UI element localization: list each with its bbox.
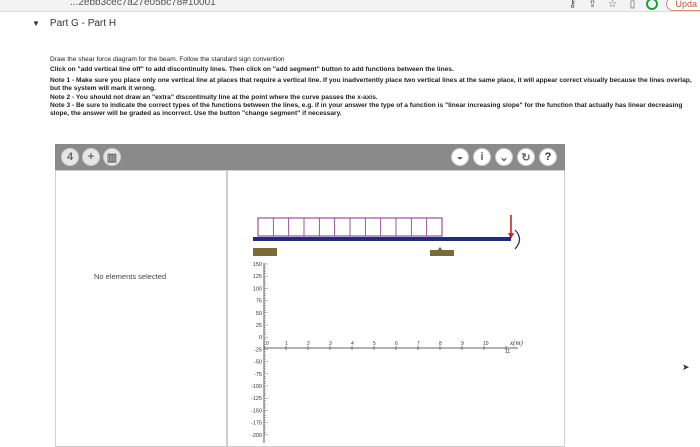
x-tick-label: 4	[351, 341, 354, 347]
x-tick-label: 11	[505, 349, 510, 355]
y-tick-label: 125	[253, 274, 262, 280]
chevron-down-icon: ⌄	[499, 151, 509, 164]
x-tick-label: 0	[266, 341, 269, 347]
update-button[interactable]: Upda	[666, 0, 700, 11]
y-tick-label: 150	[253, 262, 262, 268]
star-icon[interactable]: ☆	[606, 0, 618, 10]
x-tick-label: 6	[395, 341, 398, 347]
diagram-canvas[interactable]: 150 125 100 75 50 25 0 -25 -50 -75 -100 -125 -150 -17…	[227, 170, 565, 447]
no-elements-text: No elements selected	[94, 272, 167, 281]
x-tick-label: 9	[461, 341, 464, 347]
y-tick-label: -150	[251, 408, 262, 414]
moment-arc	[514, 229, 521, 250]
x-tick-label: 2	[307, 341, 310, 347]
share-icon[interactable]: ⇪	[586, 0, 598, 10]
x-tick-label: 1	[285, 341, 288, 347]
reset-button[interactable]: ↻	[517, 148, 535, 166]
delete-button[interactable]: ▥	[103, 148, 121, 166]
y-tick-label: -75	[254, 372, 262, 378]
y-tick-label: 75	[256, 299, 262, 305]
instructions-note-2: Note 2 - You should not draw an "extra" …	[50, 93, 378, 101]
toolbar-right-group: ◒ i ⌄ ↻ ?	[451, 148, 557, 166]
distributed-load	[257, 217, 443, 237]
y-tick-label: -125	[251, 396, 262, 402]
point-load	[508, 215, 514, 239]
fixed-support	[253, 248, 277, 256]
profile-icon[interactable]	[646, 0, 659, 10]
browser-top-bar: ...2ebb3cec7a27e05bc78#10001 ⚷ ⇪ ☆ ▯ Upd…	[0, 0, 700, 12]
key-icon[interactable]: ⚷	[566, 0, 578, 10]
instructions-click: Click on "add vertical line off" to add …	[50, 66, 454, 74]
instructions-intro: Draw the shear force diagram for the bea…	[50, 56, 285, 63]
y-tick-label: -50	[254, 360, 262, 366]
trash-icon: ▥	[106, 151, 118, 164]
info-button[interactable]: i	[473, 148, 491, 166]
collapse-caret-icon[interactable]: ▼	[32, 19, 40, 28]
x-tick-label: 7	[417, 341, 420, 347]
y-tick-label: -175	[251, 421, 262, 427]
diagram-toolbar: 4 + ▥ ◒ i ⌄ ↻ ?	[55, 144, 565, 170]
window-icon[interactable]: ▯	[626, 0, 638, 10]
y-tick-label: -200	[251, 433, 262, 439]
instructions-note-1: Note 1 - Make sure you place only one ve…	[50, 76, 692, 93]
y-tick-label: 0	[259, 335, 262, 341]
help-button[interactable]: ?	[539, 148, 557, 166]
part-title: Part G - Part H	[49, 18, 117, 29]
y-tick-label: 100	[253, 286, 262, 292]
pin-support-base	[430, 250, 454, 256]
reset-icon: ↻	[521, 151, 531, 164]
url-fragment[interactable]: ...2ebb3cec7a27e05bc78#10001	[70, 0, 216, 8]
distributed-load-lines	[272, 218, 428, 236]
x-tick-label: 5	[373, 341, 376, 347]
x-tick-label: 8	[439, 341, 442, 347]
info-icon: i	[480, 151, 484, 163]
mouse-cursor-icon: ➤	[682, 362, 690, 372]
hint-button[interactable]: ◒	[451, 148, 469, 166]
beam	[253, 237, 511, 241]
add-segment-button[interactable]: +	[82, 148, 100, 166]
part-header[interactable]: ▼ Part G - Part H	[32, 18, 116, 29]
help-icon: ?	[544, 151, 552, 163]
shear-diagram-svg[interactable]: 1501251007550250-25-50-75-100-125-150-17…	[228, 171, 565, 447]
x-tick-label: 10	[483, 341, 489, 347]
dropdown-button[interactable]: ⌄	[495, 148, 513, 166]
browser-icons: ⚷ ⇪ ☆ ▯ Upda	[566, 0, 700, 11]
toolbar-left-group: 4 + ▥	[61, 148, 121, 166]
y-tick-label: 25	[256, 323, 262, 329]
y-tick-label: -100	[251, 384, 262, 390]
y-axis-ticks: 150 125 100 75 50 25 0 -25 -50 -75 -100 -125 -150 -17…	[251, 262, 268, 439]
y-tick-label: -25	[254, 347, 262, 353]
lightbulb-icon: ◒	[456, 151, 464, 163]
element-properties-panel: No elements selected	[55, 170, 227, 447]
x-tick-label: 3	[329, 341, 332, 347]
instructions: Draw the shear force diagram for the bea…	[50, 56, 695, 121]
instructions-note-3: Note 3 - Be sure to indicate the correct…	[50, 102, 683, 118]
add-vertical-line-button[interactable]: 4	[61, 148, 79, 166]
x-axis-label: x(m)	[509, 339, 523, 347]
y-tick-label: 50	[256, 311, 262, 317]
